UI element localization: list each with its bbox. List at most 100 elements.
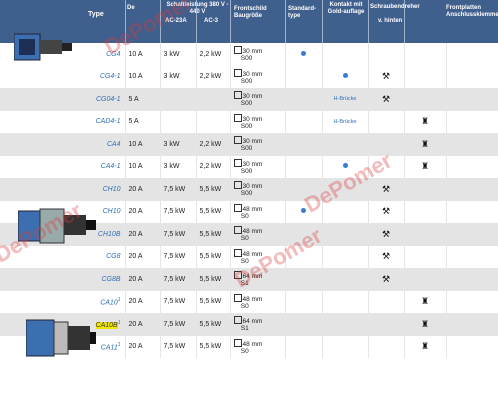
rated-current: 20 A <box>125 200 161 223</box>
screwdriver: ⚒ <box>368 268 405 291</box>
rated-current: 5 A <box>125 110 161 133</box>
rated-current: 20 A <box>125 178 161 201</box>
mount: ♜ <box>404 155 447 178</box>
screwdriver: ⚒ <box>368 65 405 88</box>
checkbox-icon <box>233 316 242 325</box>
product-type[interactable]: CA4-1 <box>0 155 126 178</box>
product-type[interactable]: CG4-1 <box>0 65 126 88</box>
power-ac23: 3 kW <box>160 43 197 66</box>
power-ac3: 2,2 kW <box>196 65 231 88</box>
checkbox-icon <box>233 248 242 257</box>
table-row: CAD4-1 5 A 30 mm S00 H-Brücke ♜ <box>0 110 498 133</box>
checkbox-icon <box>233 91 242 100</box>
mount-icon: ♜ <box>420 138 430 149</box>
header-screwdriver: Schraubendreher <box>370 4 420 10</box>
power-ac23: 3 kW <box>160 65 197 88</box>
rated-current: 20 A <box>125 245 161 268</box>
product-type[interactable]: CH10 <box>0 178 126 201</box>
power-ac23: 3 kW <box>160 133 197 156</box>
dot-icon <box>342 73 348 79</box>
front-plate: 64 mm S1 <box>230 313 286 336</box>
switch-photo-ca10 <box>26 319 96 357</box>
mount <box>404 200 447 223</box>
front-plate: 48 mm S0 <box>230 200 286 223</box>
product-type[interactable]: CG04-1 <box>0 88 126 111</box>
product-type[interactable]: CAD4-1 <box>0 110 126 133</box>
mount-icon: ♜ <box>420 116 430 127</box>
front-plate: 48 mm S0 <box>230 290 286 313</box>
screwdriver-icon: ⚒ <box>381 251 391 262</box>
mount-icon: ♜ <box>420 161 430 172</box>
screwdriver <box>368 335 405 358</box>
checkbox-icon <box>233 46 242 55</box>
gold-contact <box>322 133 369 156</box>
front-plate: 30 mm S00 <box>230 133 286 156</box>
terminal <box>446 43 498 66</box>
product-type[interactable]: CA101 <box>0 290 126 313</box>
screwdriver: ⚒ <box>368 223 405 246</box>
mount-icon: ♜ <box>420 318 430 329</box>
table-row: CH10 20 A 7,5 kW 5,5 kW 30 mm S00 ⚒ <box>0 178 498 201</box>
power-ac23: 7,5 kW <box>160 335 197 358</box>
table-row: CA4-1 10 A3 kW 2,2 kW 30 mm S00 ♜ <box>0 155 498 178</box>
header-terminal: Frontplatten Anschlussklemmen <box>446 5 498 18</box>
terminal <box>446 65 498 88</box>
power-ac23: 7,5 kW <box>160 313 197 336</box>
mount <box>404 65 447 88</box>
mount: ♜ <box>404 313 447 336</box>
screwdriver <box>368 43 405 66</box>
power-ac23: 7,5 kW <box>160 178 197 201</box>
terminal <box>446 200 498 223</box>
front-plate: 30 mm S00 <box>230 155 286 178</box>
mount-icon: ♜ <box>420 341 430 352</box>
checkbox-icon <box>233 338 242 347</box>
power-ac3 <box>196 110 231 133</box>
standard-type <box>285 88 323 111</box>
power-ac3: 5,5 kW <box>196 200 231 223</box>
header-gold-contact: Kontakt mit Gold-auflage <box>327 2 365 15</box>
mount <box>404 223 447 246</box>
checkbox-icon <box>233 293 242 302</box>
screwdriver-icon: ⚒ <box>381 183 391 194</box>
gold-contact: H-Brücke <box>322 88 369 111</box>
gold-contact: H-Brücke <box>322 110 369 133</box>
screwdriver <box>368 110 405 133</box>
gold-contact <box>322 268 369 291</box>
terminal <box>446 223 498 246</box>
gold-contact <box>322 223 369 246</box>
rated-current: 10 A <box>125 65 161 88</box>
product-type[interactable]: CG8B <box>0 268 126 291</box>
dot-icon <box>301 50 306 56</box>
power-ac3: 2,2 kW <box>196 43 231 66</box>
checkbox-icon <box>233 136 242 145</box>
power-ac3: 5,5 kW <box>196 268 231 291</box>
screwdriver-icon: ⚒ <box>381 206 391 217</box>
product-type[interactable]: CA4 <box>0 133 126 156</box>
power-ac3: 5,5 kW <box>196 290 231 313</box>
screwdriver-icon: ⚒ <box>381 273 391 284</box>
checkbox-icon <box>233 68 242 77</box>
rated-current: 5 A <box>125 88 161 111</box>
terminal <box>446 178 498 201</box>
power-ac23: 7,5 kW <box>160 200 197 223</box>
terminal <box>446 110 498 133</box>
rated-current: 20 A <box>125 290 161 313</box>
power-ac3: 5,5 kW <box>196 335 231 358</box>
power-ac3: 2,2 kW <box>196 133 231 156</box>
terminal <box>446 290 498 313</box>
front-plate: 30 mm S00 <box>230 178 286 201</box>
rated-current: 20 A <box>125 313 161 336</box>
screwdriver: ⚒ <box>368 200 405 223</box>
front-plate: 48 mm S0 <box>230 223 286 246</box>
switch-photo-cg4 <box>14 33 72 61</box>
screwdriver <box>368 313 405 336</box>
gold-contact <box>322 43 369 66</box>
checkbox-icon <box>233 181 242 190</box>
terminal <box>446 155 498 178</box>
mount <box>404 268 447 291</box>
power-ac23 <box>160 88 197 111</box>
screwdriver: ⚒ <box>368 88 405 111</box>
rated-current: 10 A <box>125 133 161 156</box>
mount <box>404 88 447 111</box>
standard-type <box>285 313 323 336</box>
